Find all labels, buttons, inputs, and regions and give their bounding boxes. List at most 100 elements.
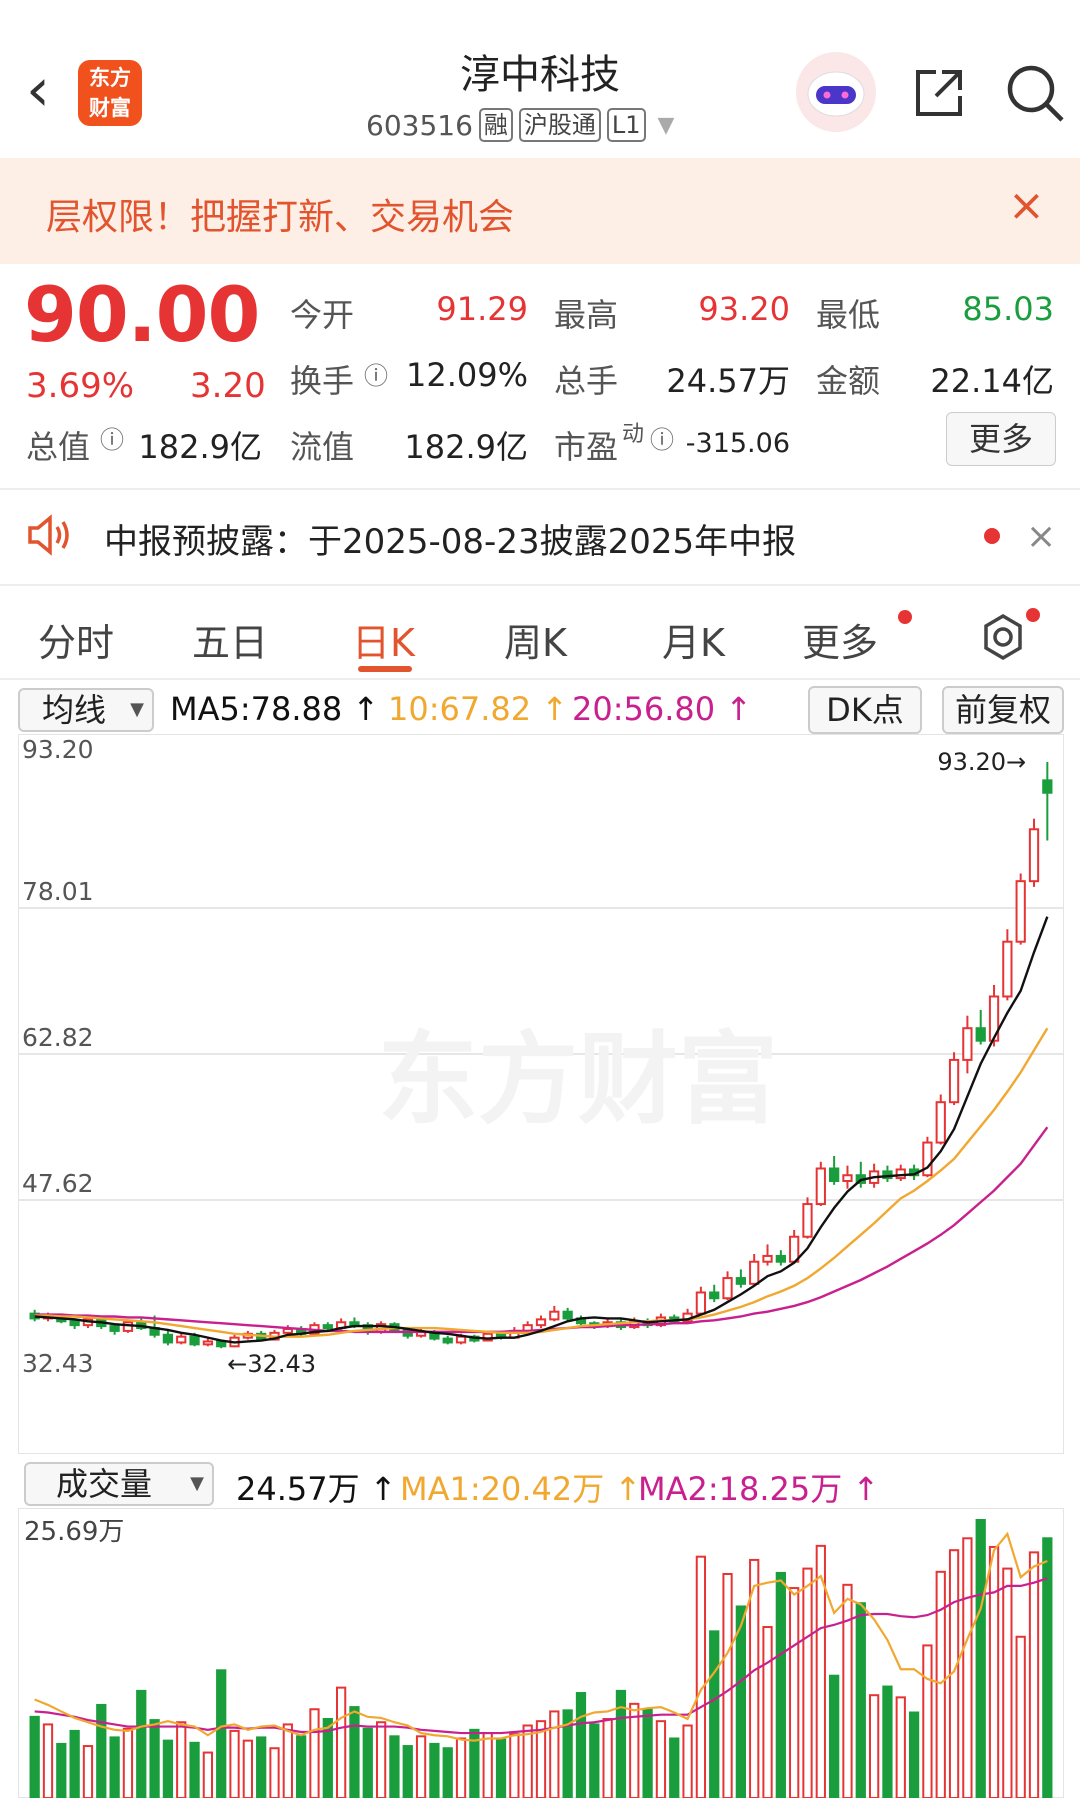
volume-bar <box>442 1747 453 1798</box>
volume-bar <box>935 1570 946 1798</box>
candle-body <box>735 1277 747 1285</box>
volume-bar <box>962 1537 973 1798</box>
tab-intraday[interactable]: 分时 <box>38 612 114 667</box>
candle-body <box>1002 940 1013 998</box>
tab-weekly-k[interactable]: 周K <box>504 612 567 667</box>
volume-bar <box>256 1736 267 1798</box>
volume-bar <box>109 1736 120 1798</box>
volume-bar <box>735 1605 747 1798</box>
candle-body <box>815 1167 826 1206</box>
tab-monthly-k[interactable]: 月K <box>662 612 725 667</box>
candle-body <box>202 1340 214 1346</box>
tab-five-day[interactable]: 五日 <box>192 612 268 667</box>
volume-bar <box>882 1685 893 1798</box>
volume-bar <box>682 1724 693 1798</box>
divider <box>0 488 1080 490</box>
label-low: 最低 <box>816 296 881 334</box>
volume-bar <box>709 1630 720 1798</box>
candle-body <box>709 1291 720 1300</box>
volume-bar <box>802 1567 813 1798</box>
tab-more-dot <box>898 610 912 624</box>
volume-bar <box>1002 1567 1013 1798</box>
volume-bar <box>988 1545 1000 1798</box>
value-amount: 22.14亿 <box>930 362 1054 400</box>
label-turnover: 换手 <box>290 362 355 400</box>
high-price-label: 93.20→ <box>937 748 1026 776</box>
tag-margin: 融 <box>478 108 513 142</box>
volume-bar <box>309 1708 320 1798</box>
info-circle-icon[interactable]: ⓘ <box>364 356 388 391</box>
volume-bar <box>455 1737 467 1798</box>
volume-bar <box>495 1738 507 1798</box>
stock-code-row[interactable]: 603516 融 沪股通 L1 ▼ <box>366 108 674 142</box>
value-open: 91.29 <box>436 290 528 328</box>
volume-bar <box>136 1689 147 1798</box>
volume-bar <box>375 1721 387 1798</box>
dropdown-icon: ▼ <box>130 699 144 720</box>
candle-body <box>1042 779 1053 794</box>
dk-point-button[interactable]: DK点 <box>808 686 922 734</box>
volume-bar <box>829 1674 840 1798</box>
dropdown-triangle-icon[interactable]: ▼ <box>658 113 675 138</box>
label-high: 最高 <box>554 296 619 334</box>
more-quote-button[interactable]: 更多 <box>946 412 1056 466</box>
promo-banner-text[interactable]: 层权限！把握打新、交易机会 <box>46 188 514 240</box>
candle-body <box>442 1337 453 1344</box>
candle-body <box>322 1324 333 1330</box>
gear-icon[interactable] <box>978 612 1028 666</box>
volume-selector[interactable]: 成交量 ▼ <box>24 1462 214 1506</box>
tab-more[interactable]: 更多 <box>802 612 878 667</box>
volume-bar <box>509 1733 520 1798</box>
candle-body <box>189 1335 200 1346</box>
info-circle-icon[interactable]: ⓘ <box>100 420 124 455</box>
dropdown-icon: ▼ <box>190 1473 204 1494</box>
speaker-icon <box>26 514 74 560</box>
y-tick-label: 78.01 <box>22 877 94 906</box>
volume-indicator-bar: 成交量 ▼ 24.57万 ↑ MA1:20.42万 ↑ MA2:18.25万 ↑ <box>18 1458 1064 1508</box>
candle-body <box>975 1027 986 1042</box>
volume-bar <box>282 1723 293 1798</box>
volume-chart[interactable]: 25.69万 <box>18 1508 1064 1798</box>
banner-close-icon[interactable]: × <box>1008 184 1045 228</box>
volume-bar <box>922 1644 933 1798</box>
volume-bar <box>216 1669 227 1798</box>
label-amount: 金额 <box>816 362 881 400</box>
volume-bar <box>575 1692 587 1798</box>
y-tick-label: 93.20 <box>22 735 94 764</box>
label-open: 今开 <box>290 296 355 334</box>
candlestick-chart[interactable]: 东方财富 93.20 78.01 62.82 47.62 32.43 93.20→ ←32.… <box>18 734 1064 1454</box>
info-circle-icon[interactable]: ⓘ <box>650 420 674 455</box>
report-notice-text[interactable]: 中报预披露：于2025-08-23披露2025年中报 <box>104 514 796 563</box>
notice-close-icon[interactable]: × <box>1026 516 1056 557</box>
volume-bar <box>695 1555 707 1798</box>
robot-assistant-icon[interactable] <box>796 52 876 132</box>
volume-bar <box>389 1735 400 1798</box>
candle-body <box>948 1058 960 1104</box>
volume-max-label: 25.69万 <box>24 1517 124 1547</box>
ma20-value: 20:56.80 ↑ <box>572 690 753 728</box>
volume-ma1-line <box>34 1531 1048 1742</box>
volume-bar <box>56 1742 67 1798</box>
volume-bar <box>229 1729 240 1798</box>
candle-body <box>349 1321 360 1327</box>
search-icon[interactable] <box>1004 62 1066 124</box>
candle-body <box>216 1340 227 1348</box>
ma-selector-label: 均线 <box>42 691 107 729</box>
vol-ma1-value: MA1:20.42万 ↑ <box>400 1470 642 1508</box>
volume-bar <box>908 1711 920 1798</box>
candle-body <box>895 1168 906 1180</box>
value-float-cap: 182.9亿 <box>404 428 528 466</box>
price-adjust-button[interactable]: 前复权 <box>942 686 1064 734</box>
y-tick-label: 47.62 <box>22 1169 94 1198</box>
volume-bar <box>162 1739 174 1798</box>
volume-bar <box>202 1751 214 1798</box>
volume-bar <box>69 1729 80 1798</box>
share-icon[interactable] <box>912 66 966 120</box>
volume-bar <box>602 1718 613 1798</box>
ma-selector[interactable]: 均线 ▼ <box>18 688 154 732</box>
tab-daily-k[interactable]: 日K <box>352 612 415 667</box>
value-low: 85.03 <box>962 290 1054 328</box>
volume-bar <box>96 1703 107 1798</box>
value-volume: 24.57万 <box>666 362 790 400</box>
volume-bar <box>362 1727 373 1798</box>
